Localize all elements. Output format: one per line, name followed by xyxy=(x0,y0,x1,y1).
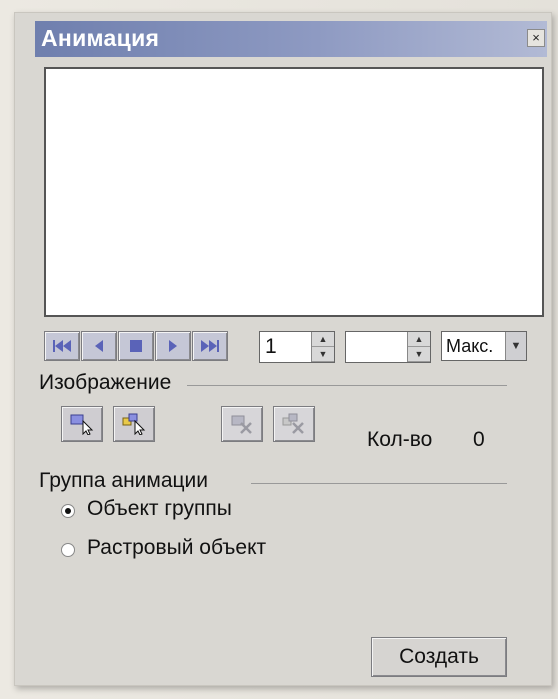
section-divider xyxy=(187,385,507,386)
radio-group-object-label: Объект группы xyxy=(87,497,232,520)
radio-group-object[interactable] xyxy=(61,504,75,518)
animation-dialog: Анимация × 1 ▲ ▼ ▲ ▼ Макс. ▼ Изображение… xyxy=(14,12,552,686)
create-button[interactable]: Создать xyxy=(371,637,507,677)
spin-down-icon[interactable]: ▼ xyxy=(408,347,430,362)
stop-button[interactable] xyxy=(118,331,154,361)
frame-spinner-value: 1 xyxy=(265,335,277,358)
last-frame-button[interactable] xyxy=(192,331,228,361)
add-frame-icon xyxy=(70,414,94,435)
radio-raster-object[interactable] xyxy=(61,543,75,557)
section-divider xyxy=(251,483,507,484)
speed-select[interactable]: Макс. ▼ xyxy=(441,331,527,361)
count-label: Кол-во xyxy=(367,428,433,451)
spin-up-icon[interactable]: ▲ xyxy=(408,332,430,347)
delay-spinner[interactable]: ▲ ▼ xyxy=(345,331,431,363)
count-value: 0 xyxy=(473,428,485,451)
close-button[interactable]: × xyxy=(527,29,545,47)
frame-spinner[interactable]: 1 ▲ ▼ xyxy=(259,331,335,363)
delete-all-images-button[interactable] xyxy=(273,406,315,442)
next-frame-button[interactable] xyxy=(155,331,191,361)
first-frame-button[interactable] xyxy=(44,331,80,361)
window-title: Анимация xyxy=(41,25,160,51)
step-forward-icon xyxy=(169,340,177,352)
delete-all-frames-icon xyxy=(282,413,304,434)
spin-down-icon[interactable]: ▼ xyxy=(312,347,334,362)
skip-first-icon xyxy=(53,340,71,352)
delete-frame-icon xyxy=(231,415,252,434)
radio-raster-object-label: Растровый объект xyxy=(87,536,267,559)
spin-up-icon[interactable]: ▲ xyxy=(312,332,334,347)
stop-icon xyxy=(130,340,142,352)
insert-frame-icon xyxy=(122,413,146,435)
title-bar[interactable]: Анимация × xyxy=(35,21,547,57)
skip-last-icon xyxy=(201,340,219,352)
animation-preview xyxy=(44,67,544,317)
chevron-down-icon[interactable]: ▼ xyxy=(505,332,526,360)
step-back-icon xyxy=(95,340,103,352)
group-section-label: Группа анимации xyxy=(39,469,209,492)
speed-select-value: Макс. xyxy=(446,336,494,356)
close-icon: × xyxy=(532,30,540,45)
previous-frame-button[interactable] xyxy=(81,331,117,361)
add-image-button[interactable] xyxy=(61,406,103,442)
image-section-label: Изображение xyxy=(39,371,172,394)
insert-image-button[interactable] xyxy=(113,406,155,442)
delete-image-button[interactable] xyxy=(221,406,263,442)
